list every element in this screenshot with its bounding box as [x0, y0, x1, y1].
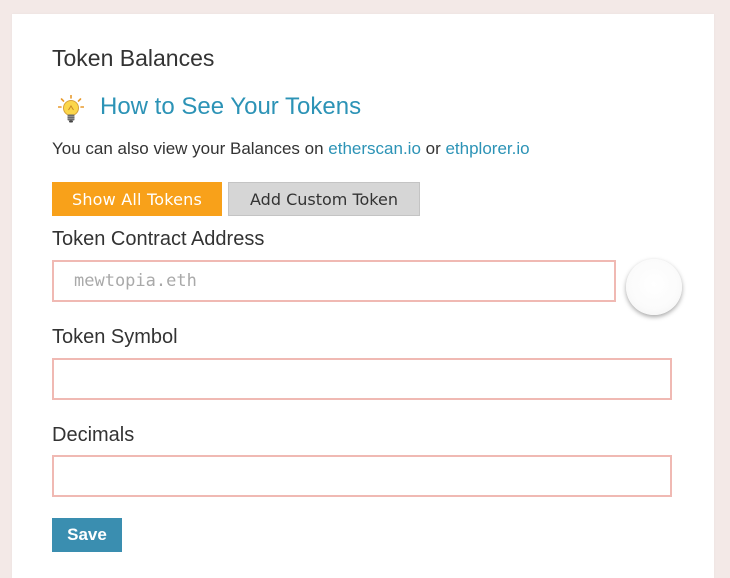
show-all-tokens-button[interactable]: Show All Tokens [52, 182, 222, 216]
decimals-input[interactable] [52, 455, 672, 497]
address-identicon [626, 259, 682, 315]
panel-title: Token Balances [52, 45, 215, 71]
token-contract-address-label: Token Contract Address [52, 228, 265, 250]
token-symbol-input[interactable] [52, 358, 672, 400]
description-middle: or [420, 139, 446, 158]
etherscan-link[interactable]: etherscan.io [328, 139, 421, 158]
save-button[interactable]: Save [52, 518, 122, 552]
token-contract-address-input[interactable] [52, 260, 616, 302]
balances-description: You can also view your Balances on ether… [52, 139, 530, 159]
how-to-see-tokens-link[interactable]: How to See Your Tokens [100, 93, 361, 121]
ethplorer-link[interactable]: ethplorer.io [445, 139, 529, 158]
decimals-label: Decimals [52, 424, 135, 446]
lightbulb-icon [58, 95, 84, 123]
token-symbol-label: Token Symbol [52, 326, 178, 348]
description-prefix: You can also view your Balances on [52, 139, 329, 158]
add-custom-token-button[interactable]: Add Custom Token [228, 182, 420, 216]
